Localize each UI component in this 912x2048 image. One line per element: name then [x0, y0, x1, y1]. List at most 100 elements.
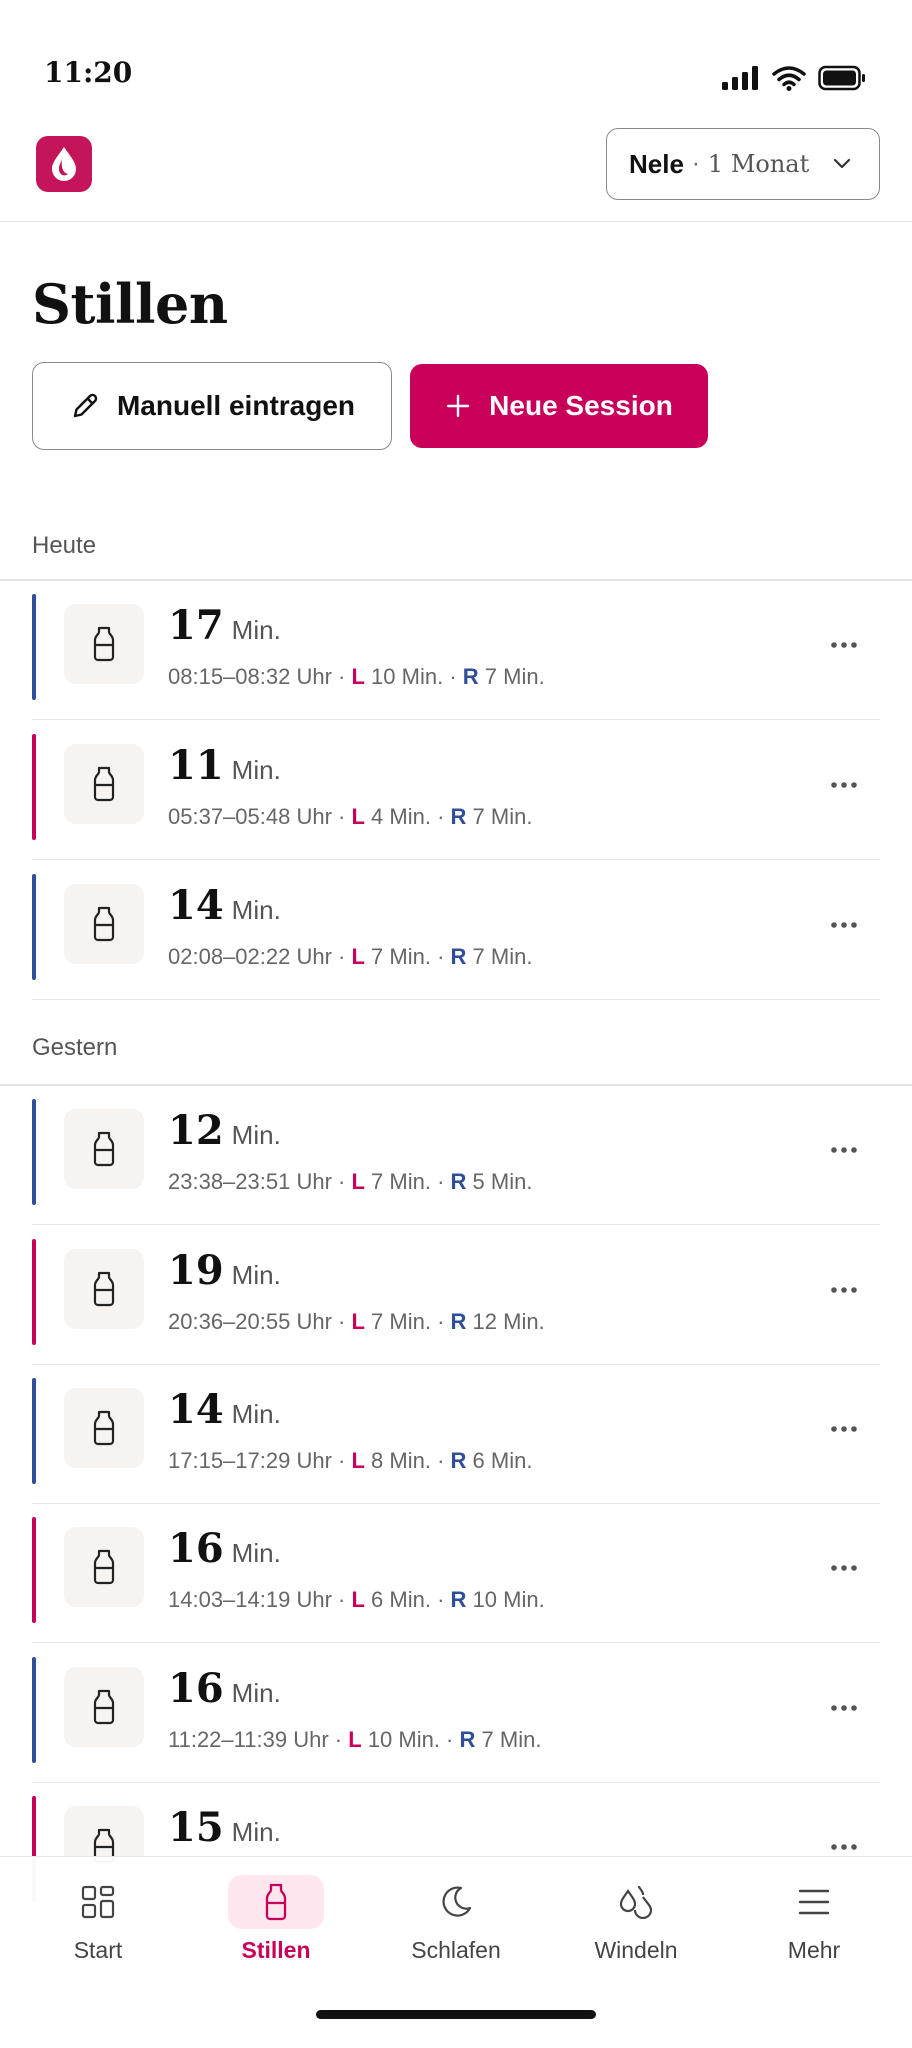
pencil-icon	[73, 393, 98, 418]
nav-label: Stillen	[241, 1937, 311, 1963]
more-icon	[831, 1426, 857, 1432]
left-side-label: L	[351, 804, 365, 829]
left-duration: 7 Min.	[371, 1169, 431, 1194]
duration-value: 11	[168, 742, 224, 789]
right-duration: 5 Min.	[472, 1169, 533, 1194]
session-more-button[interactable]	[824, 770, 864, 800]
session-details: 11:22–11:39 Uhr · L 10 Min. · R 7 Min.	[168, 1727, 542, 1752]
session-row[interactable]: 14 Min. 02:08–02:22 Uhr · L 7 Min. · R 7 M…	[32, 860, 880, 1000]
nav-label: Mehr	[787, 1937, 841, 1963]
session-details: 23:38–23:51 Uhr · L 7 Min. · R 5 Min.	[168, 1169, 533, 1194]
right-side-label: R	[450, 1448, 467, 1473]
more-icon	[831, 1844, 857, 1850]
section-label-today: Heute	[32, 532, 97, 559]
duration-unit: Min.	[231, 895, 281, 925]
session-more-button[interactable]	[824, 1414, 864, 1444]
bottom-navigation: Start Stillen Schlafen Windeln Mehr	[0, 1856, 912, 2048]
bottle-icon	[93, 1549, 115, 1585]
session-duration: 15 Min.	[168, 1804, 281, 1851]
session-row[interactable]: 19 Min. 20:36–20:55 Uhr · L 7 Min. · R 12 …	[32, 1225, 880, 1365]
app-logo[interactable]	[36, 136, 92, 192]
bottle-icon	[93, 906, 115, 942]
side-indicator-bar	[32, 1099, 36, 1205]
session-time-range: 17:15–17:29 Uhr	[168, 1448, 332, 1473]
left-duration: 6 Min.	[371, 1587, 431, 1612]
duration-unit: Min.	[231, 1260, 281, 1290]
left-duration: 4 Min.	[371, 804, 431, 829]
nav-item-schlafen[interactable]: Schlafen	[386, 1875, 526, 1975]
more-icon	[831, 1565, 857, 1571]
right-side-label: R	[450, 1587, 467, 1612]
new-session-button[interactable]: Neue Session	[410, 364, 708, 448]
more-icon	[831, 782, 857, 788]
right-duration: 7 Min.	[484, 664, 545, 689]
session-icon-tile	[64, 1249, 144, 1329]
nav-item-stillen[interactable]: Stillen	[206, 1875, 346, 1975]
left-side-label: L	[351, 944, 365, 969]
left-duration: 10 Min.	[371, 664, 444, 689]
side-indicator-bar	[32, 594, 36, 700]
left-duration: 7 Min.	[371, 1309, 431, 1334]
duration-value: 19	[168, 1247, 224, 1294]
right-duration: 12 Min.	[472, 1309, 545, 1334]
duration-unit: Min.	[231, 1399, 281, 1429]
new-session-label: Neue Session	[489, 390, 673, 421]
app-header: Nele · 1 Monat	[0, 120, 912, 222]
nav-item-start[interactable]: Start	[28, 1875, 168, 1975]
session-details: 08:15–08:32 Uhr · L 10 Min. · R 7 Min.	[168, 664, 545, 689]
session-icon-tile	[64, 1109, 144, 1189]
session-icon-tile	[64, 1388, 144, 1468]
session-icon-tile	[64, 884, 144, 964]
session-duration: 16 Min.	[168, 1665, 281, 1712]
child-selector[interactable]: Nele · 1 Monat	[606, 128, 880, 200]
right-side-label: R	[450, 804, 467, 829]
session-time-range: 23:38–23:51 Uhr	[168, 1169, 332, 1194]
session-details: 14:03–14:19 Uhr · L 6 Min. · R 10 Min.	[168, 1587, 545, 1612]
manual-entry-label: Manuell eintragen	[116, 390, 356, 421]
bottle-icon	[93, 1410, 115, 1446]
session-row[interactable]: 14 Min. 17:15–17:29 Uhr · L 8 Min. · R 6 M…	[32, 1364, 880, 1504]
plus-icon	[446, 394, 470, 418]
session-row[interactable]: 16 Min. 11:22–11:39 Uhr · L 10 Min. · R 7 …	[32, 1643, 880, 1783]
session-more-button[interactable]	[824, 1553, 864, 1583]
nav-label: Start	[73, 1937, 123, 1963]
grid-icon	[81, 1885, 115, 1919]
manual-entry-button[interactable]: Manuell eintragen	[32, 362, 392, 450]
session-time-range: 05:37–05:48 Uhr	[168, 804, 332, 829]
session-time-range: 14:03–14:19 Uhr	[168, 1587, 332, 1612]
nav-item-windeln[interactable]: Windeln	[566, 1875, 706, 1975]
session-row[interactable]: 11 Min. 05:37–05:48 Uhr · L 4 Min. · R 7 M…	[32, 720, 880, 860]
session-more-button[interactable]	[824, 630, 864, 660]
session-icon-tile	[64, 604, 144, 684]
session-details: 20:36–20:55 Uhr · L 7 Min. · R 12 Min.	[168, 1309, 545, 1334]
session-duration: 16 Min.	[168, 1525, 281, 1572]
nav-label: Windeln	[594, 1937, 678, 1963]
session-icon-tile	[64, 744, 144, 824]
duration-unit: Min.	[231, 755, 281, 785]
side-indicator-bar	[32, 1239, 36, 1345]
session-row[interactable]: 12 Min. 23:38–23:51 Uhr · L 7 Min. · R 5 M…	[32, 1085, 880, 1225]
session-more-button[interactable]	[824, 1275, 864, 1305]
more-icon	[831, 642, 857, 648]
left-duration: 7 Min.	[371, 944, 431, 969]
child-name: Nele	[629, 148, 684, 179]
chevron-down-icon	[833, 158, 851, 169]
session-more-button[interactable]	[824, 1135, 864, 1165]
page-title: Stillen	[32, 272, 228, 336]
status-time: 11:20	[44, 56, 133, 89]
home-indicator[interactable]	[316, 2010, 596, 2019]
session-more-button[interactable]	[824, 1693, 864, 1723]
side-indicator-bar	[32, 874, 36, 980]
session-time-range: 11:22–11:39 Uhr	[168, 1727, 329, 1752]
session-row[interactable]: 17 Min. 08:15–08:32 Uhr · L 10 Min. · R 7 …	[32, 580, 880, 720]
session-duration: 11 Min.	[168, 742, 281, 789]
duration-value: 15	[168, 1804, 224, 1851]
side-indicator-bar	[32, 734, 36, 840]
menu-icon	[798, 1889, 830, 1915]
duration-unit: Min.	[231, 1120, 281, 1150]
session-duration: 19 Min.	[168, 1247, 281, 1294]
session-row[interactable]: 16 Min. 14:03–14:19 Uhr · L 6 Min. · R 10 …	[32, 1503, 880, 1643]
session-duration: 14 Min.	[168, 1386, 281, 1433]
nav-item-mehr[interactable]: Mehr	[744, 1875, 884, 1975]
session-more-button[interactable]	[824, 910, 864, 940]
